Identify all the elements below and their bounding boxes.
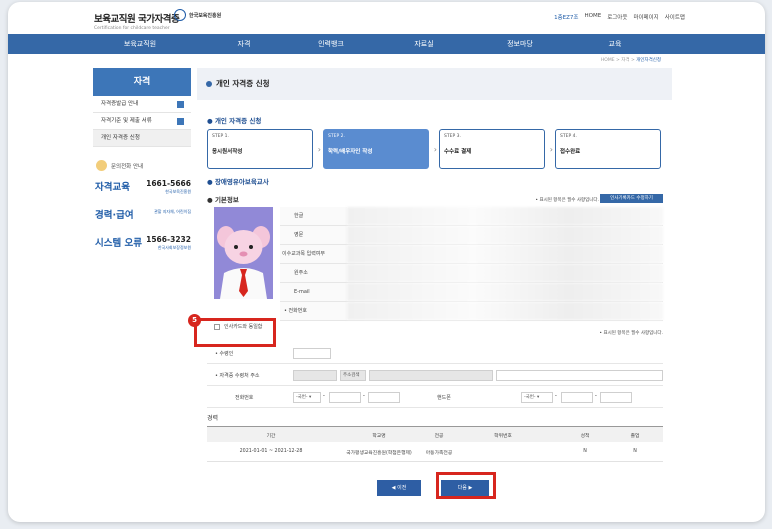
address-detail-input[interactable] [496,370,663,381]
emblem-icon [174,9,186,21]
main-navigation: 보육교직원 자격 인력뱅크 자료실 정보마당 교육 [8,34,765,54]
nav-item-education[interactable]: 교육 [609,39,622,49]
table-row: 원주소 [280,264,663,283]
mypage-link[interactable]: 마이페이지 [633,13,658,21]
nav-item-info[interactable]: 정보마당 [507,39,533,49]
profile-table: 한글 영문 이수교과목 입력여부 원주소 E-mail • 전화번호 [280,207,663,321]
org-name: 한국보육진흥원 [189,13,222,19]
sidebar: 자격 자격증발급 안내 자격기준 및 제출 서류 개인 자격증 신청 문의전화 … [93,68,191,255]
sidebar-item-criteria[interactable]: 자격기준 및 제출 서류 [93,113,191,130]
prev-button[interactable]: ◀ 이전 [377,480,421,496]
table-row: 2021-01-01 ~ 2021-12-28 국가평생교육진흥원(학점은행제)… [207,442,663,462]
chevron-right-icon: › [317,145,321,154]
step-3: STEP 3. 수수료 결제 › [439,129,553,169]
browser-frame: 보육교직원 국가자격증 Certification for childcare … [8,2,765,522]
nav-item-talent-bank[interactable]: 인력뱅크 [318,39,344,49]
logo-title: 보육교직원 국가자격증 [94,14,180,25]
sidebar-item-personal-apply[interactable]: 개인 자격증 신청 [93,130,191,147]
recipient-input[interactable] [293,348,331,359]
profile-avatar [214,207,273,299]
career-table-header: 기간 학교명 전공 학위번호 성적 졸업 [207,426,663,442]
page-title: 개인 자격증 신청 [197,68,672,100]
nav-item-staff[interactable]: 보육교직원 [124,39,156,49]
sitemap-link[interactable]: 사이트맵 [665,13,685,21]
phone-area-select[interactable]: -국번- ▾ [293,392,321,403]
contact-system-error: 시스템 오류 1566-3232 한국사회보장정보원 [95,235,191,250]
plus-icon [177,118,184,125]
step-indicator: STEP 1. 응시원서작성 › STEP 2. 학력/배우자인 작성 › ST… [207,129,661,169]
table-row: • 전화번호 [280,302,663,321]
logo-subtitle: Certification for childcare teacher [94,26,170,31]
table-row: 이수교과목 입력여부 [280,245,663,264]
address-search-button[interactable]: 주소검색 [340,370,366,381]
table-row: 영문 [280,226,663,245]
section-apply-title: ● 개인 자격증 신청 [207,117,262,125]
mobile-prefix-select[interactable]: -국번- ▾ [521,392,553,403]
contact-education: 자격교육 1661-5666 한국보육진흥원 [95,179,191,194]
sidebar-item-issue-guide[interactable]: 자격증발급 안내 [93,96,191,113]
mobile-last-input[interactable] [600,392,632,403]
phone-row: 전화번호 -국번- ▾ - - 핸드폰 -국번- ▾ - - [207,388,663,408]
step-number-badge: 5 [188,314,201,327]
chevron-right-icon: › [433,145,437,154]
table-row: 한글 [280,207,663,226]
home-link[interactable]: HOME [585,13,602,21]
mobile-mid-input[interactable] [561,392,593,403]
breadcrumb-section[interactable]: 자격 [621,58,629,63]
basic-info-title: ● 기본정보 [207,196,239,204]
phone-last-input[interactable] [368,392,400,403]
contact-career: 경력·급여 관할 지자체, 어린이집 [95,209,191,221]
nav-item-certification[interactable]: 자격 [238,39,251,49]
phone-mid-input[interactable] [329,392,361,403]
zipcode-input[interactable] [293,370,337,381]
career-title: 경력 [207,415,219,422]
main-content: 개인 자격증 신청 ● 개인 자격증 신청 STEP 1. 응시원서작성 › S… [197,68,672,462]
user-status[interactable]: 1층EZ7조 [554,13,578,21]
highlight-next-button [436,472,496,499]
nav-item-library[interactable]: 자료실 [414,39,433,49]
logout-link[interactable]: 로그아웃 [607,13,627,21]
breadcrumb-home[interactable]: HOME [601,58,615,63]
section-cert-title: ● 장애영유아보육교사 [207,178,269,186]
highlight-same-as-card [194,318,276,347]
address-row: • 자격증 수령처 주소 주소검색 [207,366,663,386]
chevron-right-icon: › [549,145,553,154]
breadcrumb-current: 개인자격신청 [636,58,661,63]
table-row: E-mail [280,283,663,302]
step-2: STEP 2. 학력/배우자인 작성 › [323,129,437,169]
utility-links: 1층EZ7조 HOME 로그아웃 마이페이지 사이트맵 [554,13,685,21]
career-table: 기간 학교명 전공 학위번호 성적 졸업 2021-01-01 ~ 2021-1… [207,426,663,462]
inquiry-heading: 문의전화 안내 [93,160,191,171]
required-note-2: • 표시된 항목은 필수 사항입니다. [599,331,663,336]
step-1: STEP 1. 응시원서작성 › [207,129,321,169]
top-header: 보육교직원 국가자격증 Certification for childcare … [8,2,765,34]
recipient-row: • 수령인 [207,344,663,364]
step-4: STEP 4. 접수완료 [555,129,661,169]
sidebar-title: 자격 [93,68,191,96]
phone-operator-icon [96,160,107,171]
edit-profile-button[interactable]: 인사기록카드 수정하기 [600,194,663,203]
site-logo[interactable]: 보육교직원 국가자격증 Certification for childcare … [94,9,221,31]
address-input[interactable] [369,370,493,381]
breadcrumb: HOME > 자격 > 개인자격신청 [600,58,661,63]
plus-icon [177,101,184,108]
required-note: • 표시된 항목은 필수 사항입니다. [535,198,599,203]
